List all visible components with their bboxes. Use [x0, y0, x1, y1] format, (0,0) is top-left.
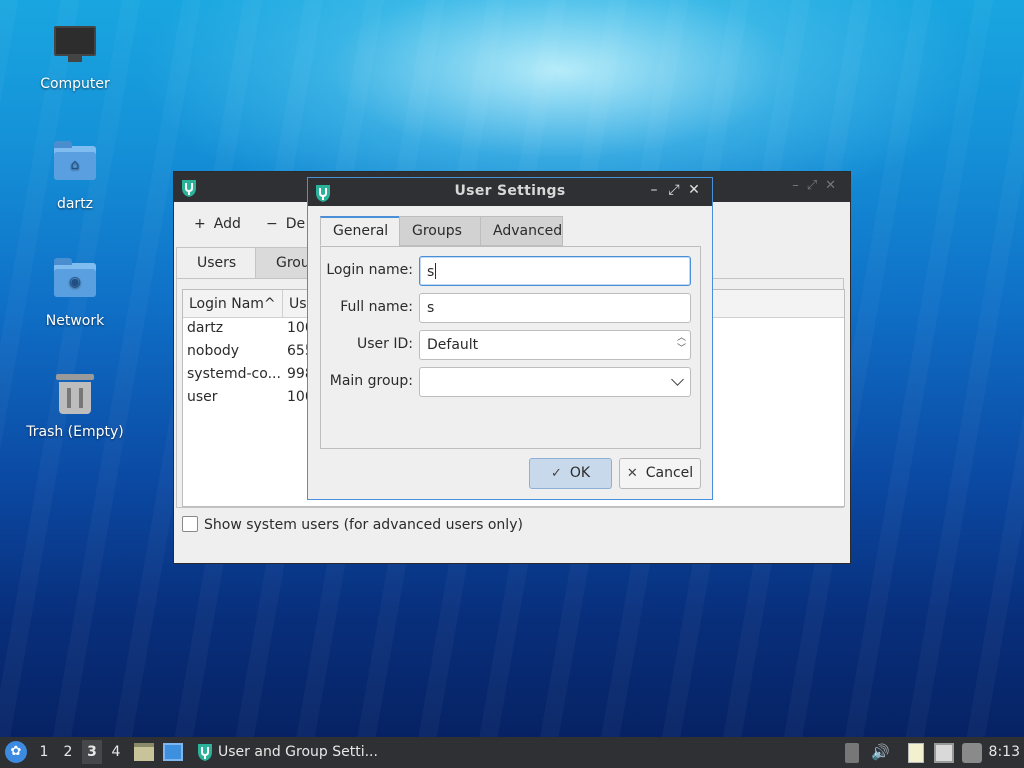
maximize-icon[interactable]: ⤢ [664, 182, 684, 198]
login-name-label: Login name: [326, 262, 413, 278]
full-name-input[interactable]: s [419, 293, 691, 323]
workspace-2[interactable]: 2 [58, 744, 78, 760]
workspace-3[interactable]: 3 [82, 740, 102, 764]
computer-icon [53, 26, 97, 70]
user-id-label: User ID: [357, 336, 413, 352]
dialog-titlebar[interactable]: User Settings – ⤢ ✕ [308, 178, 712, 206]
text-caret [435, 263, 437, 279]
trash-icon [53, 374, 97, 418]
minus-icon: − [266, 216, 278, 232]
network-status-icon[interactable] [934, 743, 954, 763]
checkbox-box[interactable] [182, 516, 198, 532]
home-folder-icon: ⌂ [53, 141, 97, 190]
desktop-icon-trash[interactable]: Trash (Empty) [20, 372, 130, 440]
start-menu-icon[interactable]: ✿ [5, 741, 27, 763]
user-id-spinbox[interactable]: Default ︿ ﹀ [419, 330, 691, 360]
desktop-icon-network[interactable]: ◉ Network [20, 257, 130, 329]
clock[interactable]: 8:13 [989, 744, 1020, 760]
user-id-row: User ID: Default ︿ ﹀ [321, 330, 702, 360]
login-name-input[interactable]: s [419, 256, 691, 286]
close-icon: ✕ [626, 466, 638, 481]
plus-icon: + [194, 216, 206, 232]
main-group-row: Main group: [321, 367, 702, 397]
window-controls[interactable]: –⤢✕ [792, 178, 844, 193]
tab-groups[interactable]: Groups [399, 216, 481, 246]
ok-button[interactable]: ✓ OK [529, 458, 612, 489]
user-settings-dialog: User Settings – ⤢ ✕ General Groups Advance… [307, 177, 713, 500]
update-notifier-icon[interactable] [962, 743, 982, 763]
login-name-row: Login name: s [321, 256, 702, 286]
general-panel: Login name: s Full name: s User ID: Defa… [320, 246, 701, 449]
tab-general[interactable]: General [320, 216, 400, 246]
tab-advanced[interactable]: Advanced [480, 216, 563, 246]
column-login-name[interactable]: Login Nam^ [183, 290, 283, 318]
taskbar: ✿ 1 2 3 4 User and Group Setti... 🔊 8:13 [0, 737, 1024, 768]
full-name-label: Full name: [340, 299, 413, 315]
volume-icon[interactable]: 🔊 [871, 743, 890, 763]
desktop-icon-label: Trash (Empty) [26, 424, 124, 440]
tab-users[interactable]: Users [176, 247, 256, 279]
add-button[interactable]: + Add [194, 216, 241, 232]
full-name-row: Full name: s [321, 293, 702, 323]
show-system-users-checkbox[interactable]: Show system users (for advanced users on… [182, 516, 523, 533]
clipboard-icon[interactable] [908, 743, 924, 763]
minimize-icon[interactable]: – [644, 182, 664, 198]
taskbar-window-button[interactable]: User and Group Setti... [194, 737, 378, 768]
app-logo-icon [180, 178, 198, 198]
file-manager-launcher-icon[interactable] [134, 743, 154, 761]
workspace-1[interactable]: 1 [34, 744, 54, 760]
desktop-icon-computer[interactable]: Computer [20, 22, 130, 92]
dialog-window-controls: – ⤢ ✕ [644, 182, 704, 198]
show-desktop-icon[interactable] [163, 743, 183, 761]
eject-icon[interactable] [845, 743, 859, 763]
close-icon[interactable]: ✕ [684, 182, 704, 198]
desktop-icon-home[interactable]: ⌂ dartz [20, 140, 130, 212]
spin-arrows-icon[interactable]: ︿ ﹀ [677, 333, 686, 355]
main-group-label: Main group: [329, 373, 413, 389]
desktop-icon-label: Computer [40, 76, 110, 92]
network-folder-icon: ◉ [53, 258, 97, 307]
chevron-down-icon [671, 373, 684, 386]
desktop-icon-label: Network [45, 313, 105, 329]
app-logo-icon [196, 742, 214, 762]
main-group-dropdown[interactable] [419, 367, 691, 397]
desktop-icon-label: dartz [56, 196, 94, 212]
checkmark-icon: ✓ [550, 466, 562, 481]
cancel-button[interactable]: ✕ Cancel [619, 458, 701, 489]
workspace-4[interactable]: 4 [106, 744, 126, 760]
sort-ascending-icon: ^ [263, 296, 276, 312]
delete-button[interactable]: − De [266, 216, 305, 232]
